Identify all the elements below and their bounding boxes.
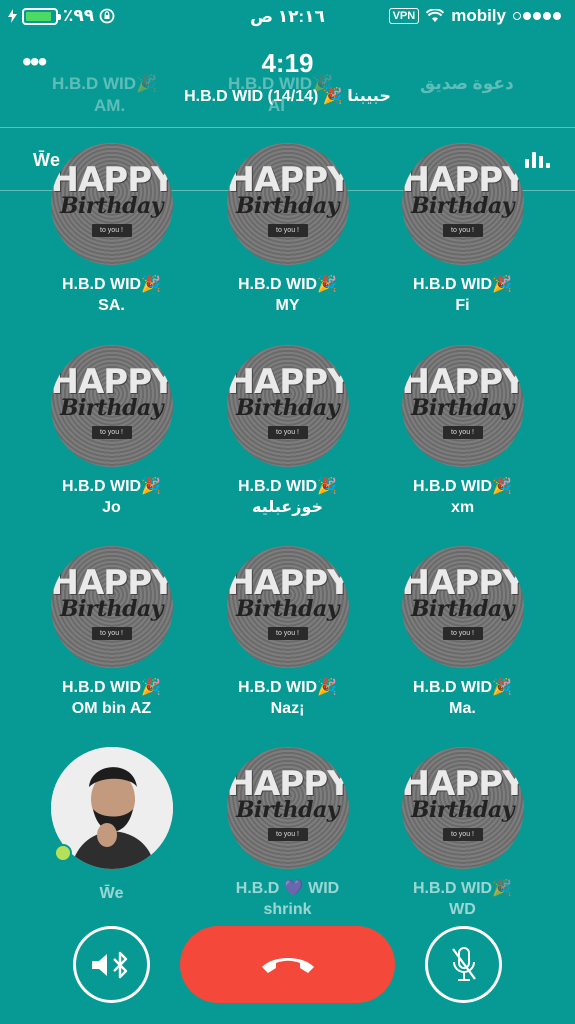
avatar-happy-text: HAPPY [401,362,524,402]
call-timer: 4:19 [261,48,314,78]
participant-name-line1: H.B.D 💜 WID [235,880,340,897]
avatar-birthday-text: Birthday [410,193,515,219]
end-call-button[interactable] [180,926,395,1003]
participant-name-line2: Ma. [449,700,476,717]
wifi-icon [426,9,445,22]
vpn-badge: VPN [388,8,420,24]
avatar-to-you-text: to you ! [91,627,132,640]
participant-tile[interactable]: HAPPY Birthday to you ! H.B.D WID🎉 xm [375,345,550,519]
online-indicator [54,844,72,862]
participant-name-line2: OM bin AZ [71,700,152,717]
carrier-name: mobily [451,6,506,25]
status-right: VPN mobily [388,6,561,26]
mute-button[interactable] [425,926,502,1003]
participant-tile[interactable]: HAPPY Birthday to you ! H.B.D WID🎉 خوزعبليه [200,345,375,519]
participant-tile[interactable]: HAPPY Birthday to you ! H.B.D 💜 WID shrink [200,747,375,921]
call-controls [0,922,575,1012]
avatar-happy-text: HAPPY [401,764,524,804]
happy-birthday-avatar: HAPPY Birthday to you ! [50,143,173,265]
participant-name-line1: H.B.D WID🎉 [237,679,338,696]
happy-birthday-avatar: HAPPY Birthday to you ! [226,747,349,869]
participant-name-line2: Jo [102,499,121,516]
participant-name-line1: H.B.D WID🎉 [412,478,513,495]
group-title: H.B.D WID (14/14) 🎉 حبيبنا [184,88,391,105]
avatar-birthday-text: Birthday [410,395,515,421]
avatar-birthday-text: Birthday [235,797,340,823]
avatar-birthday-text: Birthday [59,395,164,421]
avatar-to-you-text: to you ! [91,224,132,237]
participant-name-line1: H.B.D WID🎉 [412,679,513,696]
avatar-birthday-text: Birthday [410,797,515,823]
participant-name-line1: H.B.D WID🎉 [237,478,338,495]
happy-birthday-avatar: HAPPY Birthday to you ! [50,546,173,668]
participant-name-line2: W̄e [99,885,124,902]
happy-birthday-avatar: HAPPY Birthday to you ! [401,747,524,869]
participant-name-line2: shrink [263,901,312,918]
participant-name-line2: WD [449,901,476,918]
participant-name-line1: H.B.D WID🎉 [61,679,162,696]
participant-name-line2: Fi [455,297,470,314]
avatar-to-you-text: to you ! [91,426,132,439]
avatar-to-you-text: to you ! [442,426,483,439]
participant-name-line2: Naz¡ [270,700,305,717]
avatar-to-you-text: to you ! [267,828,308,841]
avatar-to-you-text: to you ! [442,828,483,841]
participant-tile[interactable]: HAPPY Birthday to you ! H.B.D WID🎉 MY [200,143,375,317]
happy-birthday-avatar: HAPPY Birthday to you ! [401,345,524,467]
avatar-birthday-text: Birthday [235,596,340,622]
call-header: H.B.D WID🎉 AM. H.B.D WID🎉 Al دعوة صديق •… [0,34,575,128]
participant-name-line2: MY [275,297,300,314]
status-bar: ٪٩٩ ١٢:١٦ ص VPN mobily [0,0,575,34]
participant-name-line2: xm [450,499,475,516]
happy-birthday-avatar: HAPPY Birthday to you ! [50,345,173,467]
participant-tile[interactable]: HAPPY Birthday to you ! H.B.D WID🎉 SA. [24,143,199,317]
signal-strength-icon [513,12,561,20]
avatar-happy-text: HAPPY [226,160,349,200]
participant-tile[interactable]: HAPPY Birthday to you ! H.B.D WID🎉 Jo [24,345,199,519]
avatar-to-you-text: to you ! [442,627,483,640]
participants-grid: HAPPY Birthday to you ! H.B.D WID🎉 SA. HAPPY B… [0,0,575,1024]
mic-off-icon [451,946,476,981]
avatar-happy-text: HAPPY [50,362,173,402]
participant-name-line1: H.B.D WID🎉 [412,276,513,293]
happy-birthday-avatar: HAPPY Birthday to you ! [401,546,524,668]
participant-name-line2: SA. [98,297,125,314]
participant-tile[interactable]: HAPPY Birthday to you ! H.B.D WID🎉 Fi [375,143,550,317]
participant-tile[interactable]: W̄e [24,747,199,905]
participant-name-line1: H.B.D WID🎉 [412,880,513,897]
avatar-birthday-text: Birthday [410,596,515,622]
participant-name-line1: H.B.D WID🎉 [237,276,338,293]
avatar-happy-text: HAPPY [50,563,173,603]
happy-birthday-avatar: HAPPY Birthday to you ! [226,546,349,668]
avatar-happy-text: HAPPY [401,563,524,603]
avatar-happy-text: HAPPY [226,563,349,603]
avatar-happy-text: HAPPY [226,362,349,402]
participant-name-line2: خوزعبليه [252,499,323,516]
avatar-birthday-text: Birthday [59,596,164,622]
phone-hangup-icon [261,957,314,973]
happy-birthday-avatar: HAPPY Birthday to you ! [401,143,524,265]
avatar-to-you-text: to you ! [267,426,308,439]
happy-birthday-avatar: HAPPY Birthday to you ! [226,345,349,467]
bluetooth-speaker-icon [91,951,127,978]
participant-name-line1: H.B.D WID🎉 [61,478,162,495]
participant-tile[interactable]: HAPPY Birthday to you ! H.B.D WID🎉 Ma. [375,546,550,720]
avatar-happy-text: HAPPY [226,764,349,804]
participant-name-line1: H.B.D WID🎉 [61,276,162,293]
participant-tile[interactable]: HAPPY Birthday to you ! H.B.D WID🎉 WD [375,747,550,921]
avatar-happy-text: HAPPY [401,160,524,200]
avatar-to-you-text: to you ! [267,627,308,640]
avatar-birthday-text: Birthday [235,395,340,421]
audio-output-button[interactable] [73,926,150,1003]
avatar-to-you-text: to you ! [442,224,483,237]
participant-tile[interactable]: HAPPY Birthday to you ! H.B.D WID🎉 OM bin AZ [24,546,199,720]
happy-birthday-avatar: HAPPY Birthday to you ! [226,143,349,265]
avatar-birthday-text: Birthday [59,193,164,219]
avatar-birthday-text: Birthday [235,193,340,219]
avatar-happy-text: HAPPY [50,160,173,200]
avatar-to-you-text: to you ! [267,224,308,237]
participant-tile[interactable]: HAPPY Birthday to you ! H.B.D WID🎉 Naz¡ [200,546,375,720]
